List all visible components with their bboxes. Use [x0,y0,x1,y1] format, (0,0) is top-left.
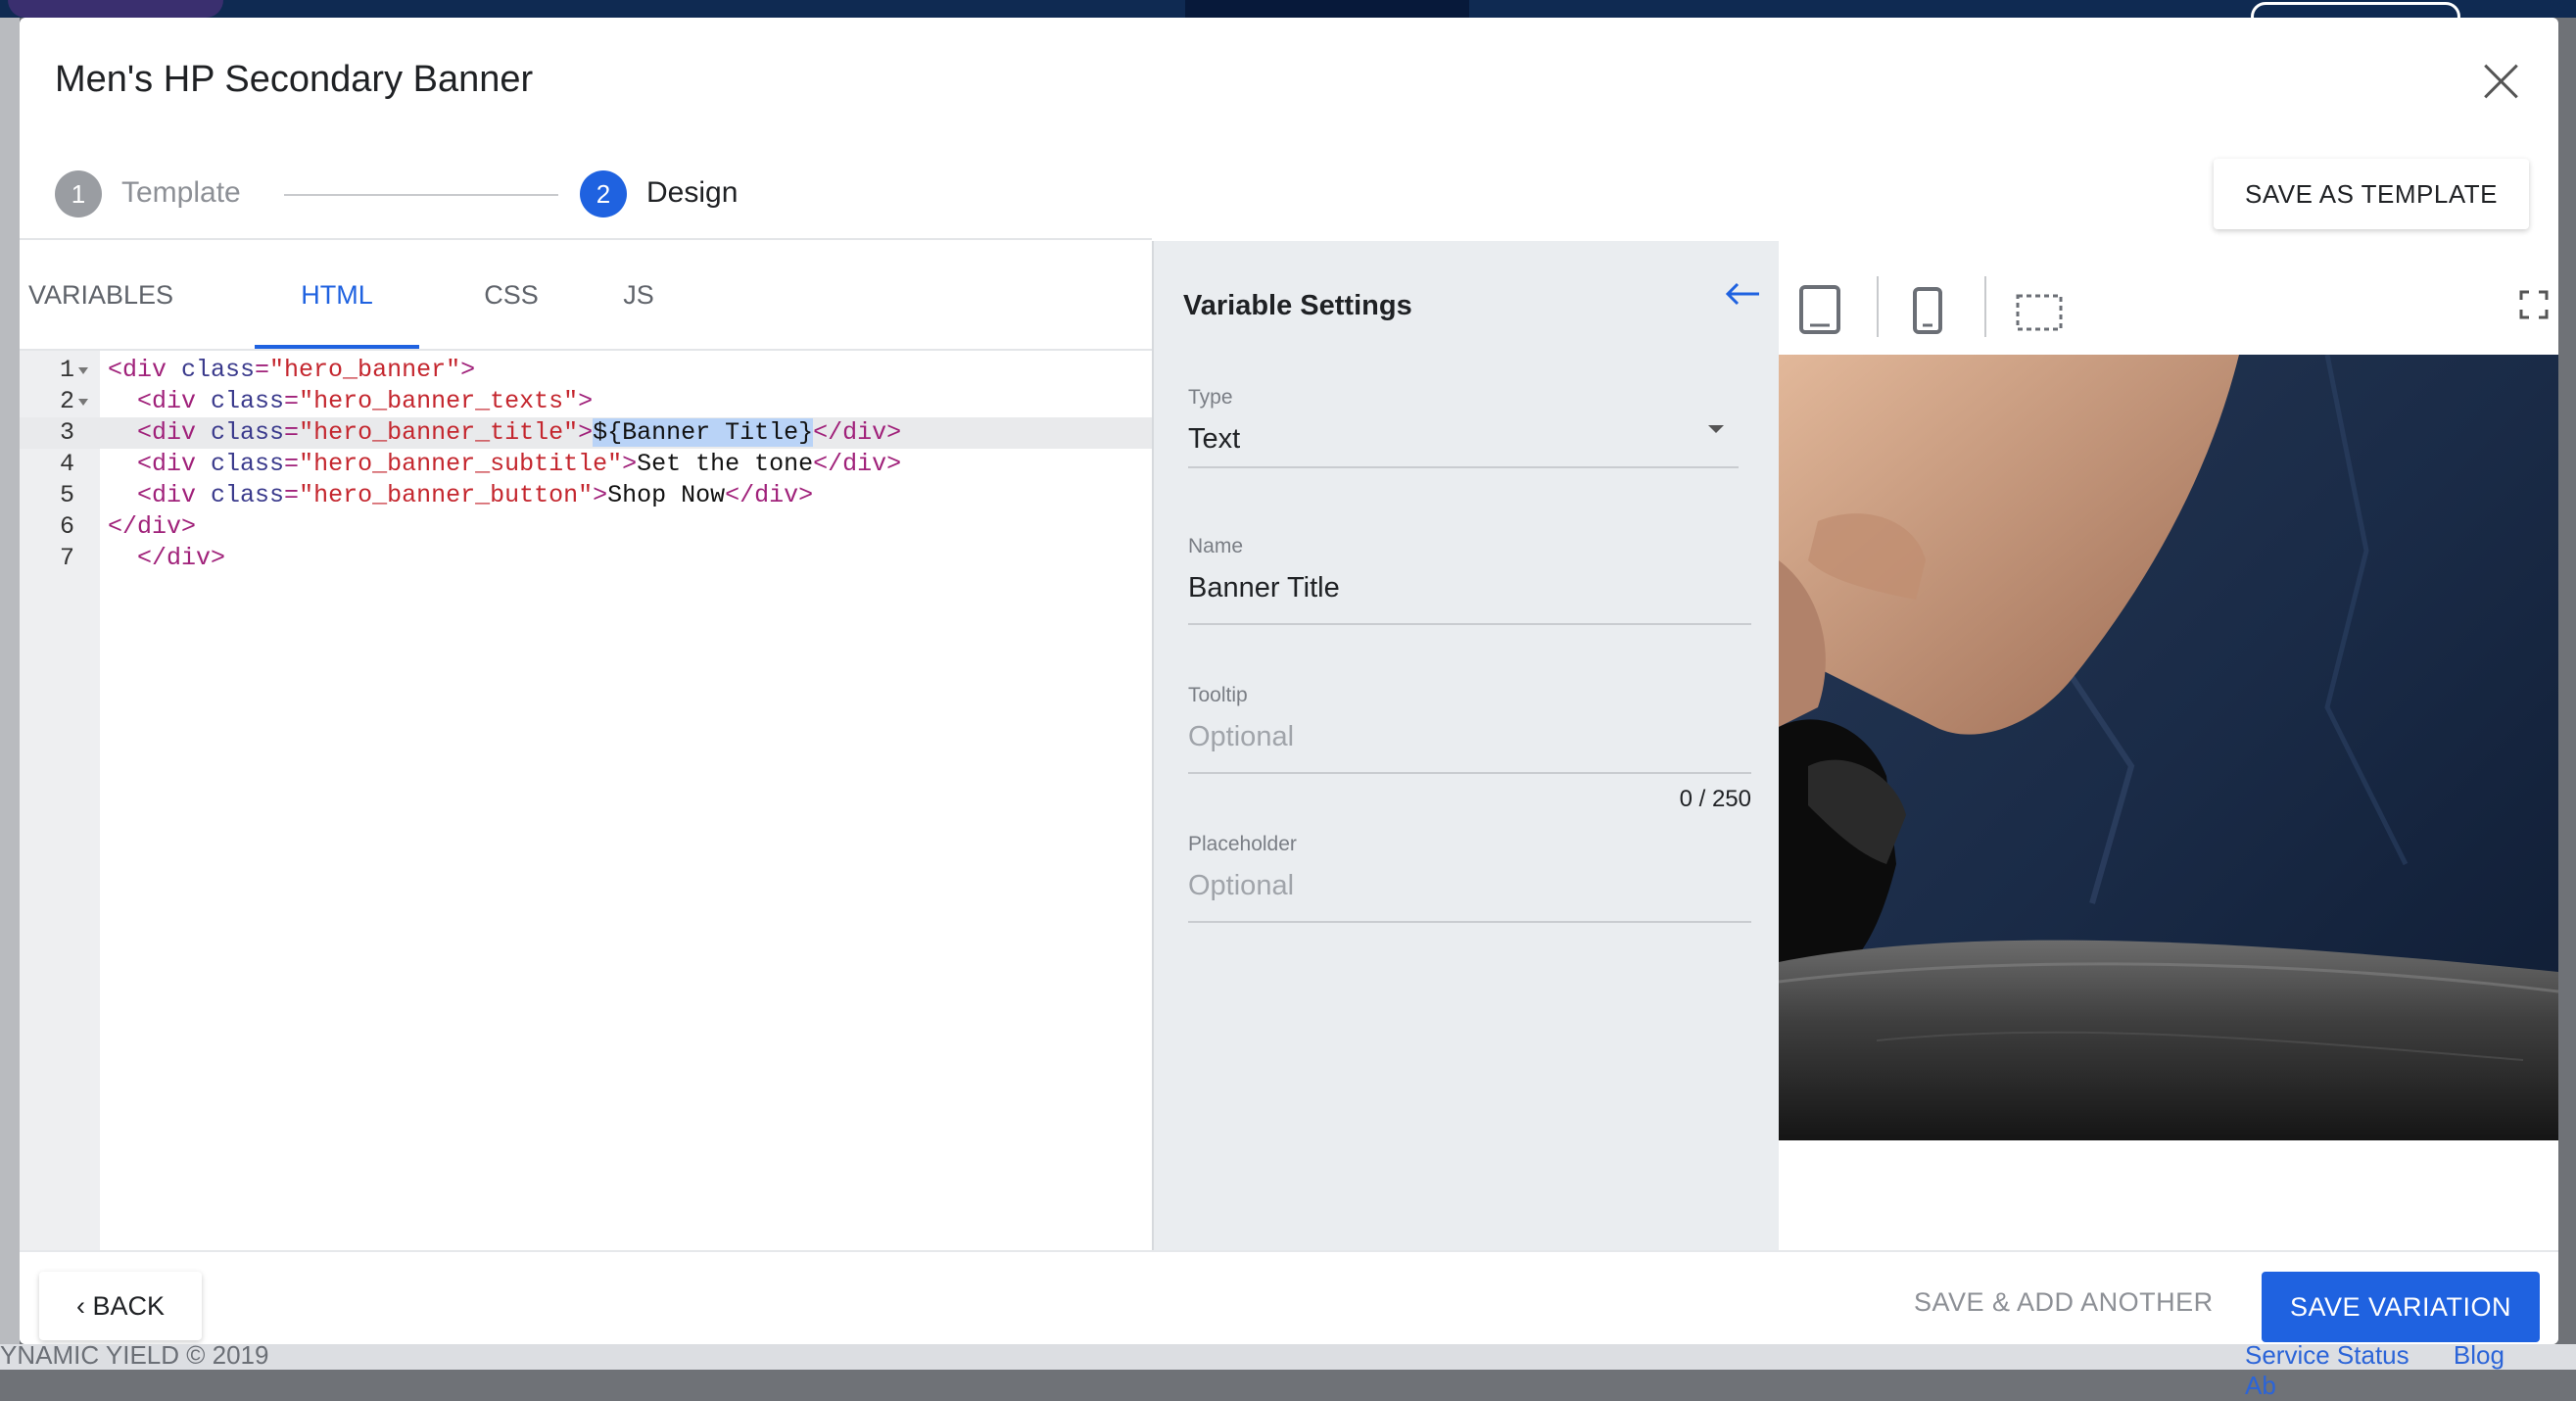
code-text: <div class="hero_banner_subtitle">Set th… [137,450,902,478]
fullscreen-icon[interactable] [2519,290,2549,319]
background-logo [8,0,223,18]
name-label: Name [1188,535,1244,557]
mobile-icon[interactable] [1912,286,1943,335]
code-text: <div class="hero_banner_button">Shop Now… [137,481,814,509]
line-number: 3 [59,418,74,447]
arrow-left-icon[interactable] [1722,276,1765,312]
code-text: </div> [108,512,197,541]
back-button[interactable]: ‹ BACK [39,1272,202,1340]
line-number: 7 [59,544,74,572]
selection-frame-icon[interactable] [2016,294,2063,331]
save-as-template-button[interactable]: SAVE AS TEMPLATE [2214,159,2529,229]
line-number: 6 [59,512,74,541]
code-text: <div class="hero_banner_texts"> [137,387,594,415]
toolbar-divider [1877,276,1879,337]
step-label: Template [121,176,241,209]
modal-footer: ‹ BACK SAVE & ADD ANOTHER SAVE VARIATION [20,1250,2558,1344]
tab-html[interactable]: HTML [255,241,419,349]
code-line[interactable]: 2 <div class="hero_banner_texts"> [20,386,1152,417]
type-underline [1188,466,1739,468]
footer-links: Service Status Blog Ab [2245,1340,2576,1401]
line-number: 5 [59,481,74,509]
placeholder-input[interactable]: Optional [1188,870,1294,902]
code-line-active[interactable]: 3 <div class="hero_banner_title">${Banne… [20,417,1152,449]
background-top-nav [0,0,2576,31]
step-number: 2 [580,170,627,217]
code-line[interactable]: 1 <div class="hero_banner"> [20,355,1152,386]
line-number: 4 [59,450,74,478]
editor-tabs: VARIABLES HTML CSS JS [20,241,1152,351]
type-label: Type [1188,386,1233,409]
step-label: Design [646,176,739,209]
line-number: 2 [59,387,74,415]
selected-variable-text[interactable]: ${Banner Title} [593,418,814,447]
back-label: BACK [92,1291,166,1321]
code-line[interactable]: 5 <div class="hero_banner_button">Shop N… [20,480,1152,511]
copyright-text: YNAMIC YIELD © 2019 [0,1340,269,1370]
tooltip-label: Tooltip [1188,684,1248,706]
tooltip-underline [1188,772,1751,774]
footer-link-about[interactable]: Ab [2245,1371,2276,1400]
modal-title: Men's HP Secondary Banner [55,59,534,100]
placeholder-underline [1188,921,1751,923]
fold-caret-icon[interactable] [78,367,88,374]
name-underline [1188,623,1751,625]
save-variation-button[interactable]: SAVE VARIATION [2262,1272,2540,1342]
tablet-icon[interactable] [1798,284,1841,335]
variation-modal: Men's HP Secondary Banner 1 Template 2 D… [20,18,2558,1344]
tab-variables[interactable]: VARIABLES [20,241,182,349]
chevron-left-icon: ‹ [75,1291,93,1321]
footer-link-blog[interactable]: Blog [2454,1340,2504,1370]
fold-caret-icon[interactable] [78,399,88,406]
code-line[interactable]: 7 </div> [20,543,1152,574]
variable-settings-panel: Variable Settings Type Text Name Banner … [1152,241,1779,1250]
banner-preview-image [1779,355,2558,1140]
step-connector [284,194,558,196]
line-number: 1 [59,356,74,384]
code-text: </div> [137,544,226,572]
name-input[interactable]: Banner Title [1188,572,1340,604]
code-line[interactable]: 4 <div class="hero_banner_subtitle">Set … [20,449,1152,480]
tooltip-input[interactable]: Optional [1188,721,1294,753]
placeholder-label: Placeholder [1188,833,1297,855]
variable-settings-title: Variable Settings [1183,290,1412,321]
step-number: 1 [55,170,102,217]
toolbar-divider [1984,276,1986,337]
close-icon[interactable] [2476,57,2525,106]
background-footer: YNAMIC YIELD © 2019 Service Status Blog … [0,1340,2576,1400]
type-select[interactable]: Text [1188,423,1240,456]
background-left-strip [0,18,20,1344]
tooltip-char-counter: 0 / 250 [1679,786,1751,812]
save-and-add-another-button[interactable]: SAVE & ADD ANOTHER [1914,1287,2214,1318]
code-text: <div class="hero_banner"> [108,356,476,384]
chevron-down-icon[interactable] [1708,425,1724,433]
tab-css[interactable]: CSS [458,241,564,349]
stepper: 1 Template 2 Design [55,170,740,219]
header-divider [20,238,1152,240]
code-line[interactable]: 6 </div> [20,511,1152,543]
code-text: <div class="hero_banner_title">${Banner … [137,418,902,447]
preview-toolbar [1779,241,2558,355]
code-editor[interactable]: 1 <div class="hero_banner"> 2 <div class… [20,351,1152,1250]
tab-js[interactable]: JS [599,241,678,349]
footer-link-service-status[interactable]: Service Status [2245,1340,2409,1370]
